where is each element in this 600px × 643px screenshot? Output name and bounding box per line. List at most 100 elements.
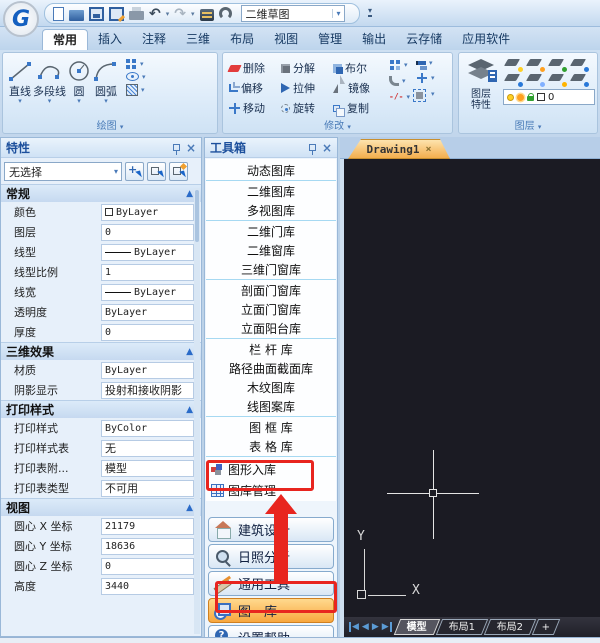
toolbox-item-2d-library[interactable]: 二维图库 xyxy=(206,183,336,202)
lineweight-value[interactable]: ByLayer xyxy=(101,284,194,301)
center-z-value[interactable]: 0 xyxy=(101,558,194,575)
layer-lock-icon[interactable] xyxy=(547,72,569,87)
material-value[interactable]: ByLayer xyxy=(101,362,194,379)
rotate-button[interactable]: 旋转 xyxy=(281,98,331,118)
drawing-canvas[interactable]: Y X xyxy=(344,159,600,617)
shadow-value[interactable]: 投射和接收阴影 xyxy=(101,382,194,399)
offset-button[interactable]: 偏移 xyxy=(229,78,279,98)
layer-isolate-icon[interactable] xyxy=(569,57,591,72)
chevron-down-icon[interactable]: ▾ xyxy=(142,73,146,81)
close-icon[interactable]: × xyxy=(186,142,196,154)
app-logo[interactable]: G xyxy=(3,1,39,37)
toolbox-item-2d-window-library[interactable]: 二维窗库 xyxy=(206,242,336,261)
toolbox-item-elevation-doorwindow-library[interactable]: 立面门窗库 xyxy=(206,301,336,320)
layer-thaw-icon[interactable] xyxy=(525,72,547,87)
modify-panel-footer[interactable]: 修改 ▾ xyxy=(223,117,452,132)
toolbox-item-path-surface-library[interactable]: 路径曲面截面库 xyxy=(206,360,336,379)
toolbox-item-multiview-library[interactable]: 多视图库 xyxy=(206,202,336,221)
layer-value[interactable]: 0 xyxy=(101,224,194,241)
chevron-down-icon[interactable]: ▾ xyxy=(141,86,145,94)
properties-scrollbar[interactable] xyxy=(194,188,200,634)
tab-layout[interactable]: 布局 xyxy=(220,29,264,50)
toolbox-item-titleblock-library[interactable]: 图 框 库 xyxy=(206,419,336,438)
layers-stack-icon[interactable] xyxy=(200,9,214,21)
toolbox-item-3d-doorwindow-library[interactable]: 三维门窗库 xyxy=(206,261,336,280)
height-value[interactable]: 3440 xyxy=(101,578,194,595)
chevron-down-icon[interactable]: ▾ xyxy=(431,74,435,82)
chevron-down-icon[interactable]: ▾ xyxy=(140,60,144,68)
document-tab-drawing1[interactable]: Drawing1 × xyxy=(348,139,450,159)
print-icon[interactable] xyxy=(129,11,144,20)
layer-unlock-icon[interactable] xyxy=(547,57,569,72)
layer-panel-footer[interactable]: 图层 ▾ xyxy=(459,117,597,132)
selection-filter-select[interactable]: 无选择 ▾ xyxy=(4,162,122,181)
chevron-down-icon[interactable]: ▾ xyxy=(404,61,408,69)
workspace-select[interactable]: 二维草图 ▾ xyxy=(241,5,345,22)
tab-home[interactable]: 常用 xyxy=(42,29,88,50)
tab-view[interactable]: 视图 xyxy=(264,29,308,50)
select-objects-button[interactable] xyxy=(147,162,166,181)
divide-icon[interactable] xyxy=(421,73,423,83)
toolbox-item-section-doorwindow-library[interactable]: 剖面门窗库 xyxy=(206,282,336,301)
hatch-icon[interactable] xyxy=(126,84,138,96)
color-value[interactable]: ByLayer xyxy=(101,204,194,221)
break-icon[interactable]: -/- xyxy=(389,92,403,101)
plottype-value[interactable]: 不可用 xyxy=(101,480,194,497)
toolbox-item-railing-library[interactable]: 栏 杆 库 xyxy=(206,341,336,360)
section-plot-style[interactable]: 打印样式 ▲ xyxy=(1,400,201,418)
toolbox-item-woodgrain-library[interactable]: 木纹图库 xyxy=(206,379,336,398)
layer-off-icon[interactable] xyxy=(503,57,525,72)
explode-button[interactable]: 分解 xyxy=(281,58,331,78)
close-icon[interactable]: × xyxy=(425,144,431,155)
tab-annotate[interactable]: 注释 xyxy=(132,29,176,50)
erase-button[interactable]: 删除 xyxy=(229,58,279,78)
toolbox-item-dynamic-library[interactable]: 动态图库 xyxy=(206,162,336,181)
mirror-button[interactable]: 镜像 xyxy=(333,78,383,98)
new-file-icon[interactable] xyxy=(53,7,64,21)
save-as-icon[interactable] xyxy=(109,7,124,21)
layer-match-icon[interactable] xyxy=(569,72,591,87)
fillet-icon[interactable] xyxy=(389,76,399,86)
tab-manage[interactable]: 管理 xyxy=(308,29,352,50)
tab-model[interactable]: 模型 xyxy=(393,619,439,635)
collapse-icon[interactable]: ▲ xyxy=(186,347,193,357)
last-layout-button[interactable]: ▶ xyxy=(382,622,392,632)
tab-3d[interactable]: 三维 xyxy=(176,29,220,50)
close-icon[interactable]: × xyxy=(322,142,332,154)
tab-layout1[interactable]: 布局1 xyxy=(435,619,488,635)
draw-panel-footer[interactable]: 绘图 ▾ xyxy=(3,117,217,132)
circle-button[interactable]: 圆 ▾ xyxy=(66,57,92,105)
pin-icon[interactable] xyxy=(173,144,180,151)
arc-button[interactable]: 圆弧 ▾ xyxy=(92,57,120,105)
plotattach-value[interactable]: 模型 xyxy=(101,460,194,477)
collapse-icon[interactable]: ▲ xyxy=(186,503,193,513)
sunlight-analysis-button[interactable]: 日照分析 xyxy=(208,544,334,569)
pin-icon[interactable] xyxy=(309,144,316,151)
save-icon[interactable] xyxy=(89,7,104,21)
array-icon[interactable] xyxy=(390,60,394,64)
center-x-value[interactable]: 21179 xyxy=(101,518,194,535)
next-layout-button[interactable]: ▶ xyxy=(372,622,379,632)
center-y-value[interactable]: 18636 xyxy=(101,538,194,555)
polyline-button[interactable]: 多段线 ▾ xyxy=(33,57,66,105)
chevron-down-icon[interactable]: ▾ xyxy=(332,9,343,18)
thickness-value[interactable]: 0 xyxy=(101,324,194,341)
tab-apps[interactable]: 应用软件 xyxy=(452,29,520,50)
chevron-down-icon[interactable]: ▾ xyxy=(406,93,410,101)
first-layout-button[interactable]: ◀ xyxy=(349,622,359,632)
headset-icon[interactable] xyxy=(219,7,232,20)
linetype-value[interactable]: ByLayer xyxy=(101,244,194,261)
ltscale-value[interactable]: 1 xyxy=(101,264,194,281)
layer-on-icon[interactable] xyxy=(503,72,525,87)
prev-layout-button[interactable]: ◀ xyxy=(362,622,369,632)
point-array-icon[interactable] xyxy=(126,59,130,63)
new-layout-tab[interactable]: + xyxy=(532,619,561,635)
scale-icon[interactable] xyxy=(416,92,423,99)
tab-cloud[interactable]: 云存储 xyxy=(396,29,452,50)
stretch-button[interactable]: 拉伸 xyxy=(281,78,331,98)
layer-freeze-icon[interactable] xyxy=(525,57,547,72)
qat-more-button[interactable]: ▾ xyxy=(368,7,372,17)
layer-select[interactable]: 0 xyxy=(503,89,595,105)
open-file-icon[interactable] xyxy=(69,10,84,21)
chevron-down-icon[interactable]: ▾ xyxy=(18,98,22,105)
